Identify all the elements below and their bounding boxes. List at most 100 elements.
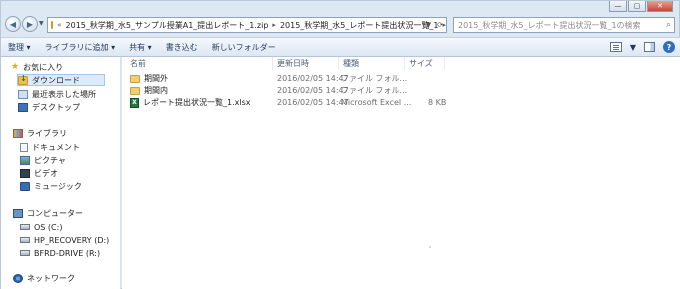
folder-icon — [51, 21, 54, 29]
artifact-dot — [429, 246, 431, 248]
documents-icon — [20, 142, 28, 152]
address-controls: ▼ ⟳ — [426, 18, 443, 32]
nav-videos[interactable]: ビデオ — [20, 167, 58, 179]
nav-computer[interactable]: コンピューター — [13, 207, 83, 219]
search-placeholder: 2015_秋学期_水5_レポート提出状況一覧_1の検索 — [458, 20, 641, 30]
address-row: ◀ ▶ ▼ « 2015_秋学期_水5_サンプル授業A1_提出レポート_1.zi… — [1, 14, 680, 36]
network-icon — [13, 273, 23, 283]
organize-label: 整理 ▾ — [8, 42, 31, 52]
caption-buttons: — ▢ ✕ — [609, 1, 673, 13]
library-icon — [13, 128, 23, 138]
file-type: ファイル フォル... — [341, 86, 408, 95]
column-header-name[interactable]: 名前 — [126, 57, 273, 70]
breadcrumb-current-folder[interactable]: 2015_秋学期_水5_レポート提出状況一覧_1 — [280, 20, 439, 31]
drive-icon — [20, 237, 30, 243]
burn-button[interactable]: 書き込む — [159, 42, 205, 53]
nav-desktop[interactable]: デスクトップ — [18, 101, 80, 113]
excel-file-icon: X — [130, 97, 139, 108]
drive-icon — [20, 224, 30, 230]
videos-icon — [20, 168, 30, 178]
view-controls: ▼ ? — [609, 41, 675, 53]
file-modified: 2016/02/05 14:47 — [277, 86, 349, 95]
nav-drive-d[interactable]: HP_RECOVERY (D:) — [20, 234, 109, 246]
address-bar[interactable]: « 2015_秋学期_水5_サンプル授業A1_提出レポート_1.zip ▸ 20… — [47, 17, 447, 33]
column-size-label: サイズ — [409, 59, 433, 68]
crumb-overflow[interactable]: « — [57, 21, 61, 29]
nav-drive-c[interactable]: OS (C:) — [20, 221, 62, 233]
navigation-pane: ★ お気に入り ダウンロード 最近表示した場所 デスクトップ ライブラリ ドキュ… — [1, 57, 121, 289]
nav-drive-r[interactable]: BFRD-DRIVE (R:) — [20, 247, 100, 259]
nav-videos-label: ビデオ — [34, 168, 58, 178]
nav-music[interactable]: ミュージック — [20, 180, 82, 192]
file-row[interactable]: 期間外 2016/02/05 14:47 ファイル フォル... — [122, 73, 562, 84]
nav-downloads-label: ダウンロード — [32, 75, 80, 85]
nav-pictures[interactable]: ピクチャ — [20, 154, 66, 166]
burn-label: 書き込む — [165, 42, 198, 52]
computer-icon — [13, 208, 23, 218]
file-name: 期間内 — [144, 86, 168, 95]
nav-recent-places[interactable]: 最近表示した場所 — [18, 88, 96, 100]
forward-icon: ▶ — [26, 19, 34, 29]
back-icon: ◀ — [9, 19, 17, 29]
share-button[interactable]: 共有 ▾ — [122, 42, 159, 53]
breadcrumb-separator[interactable]: ▸ — [272, 21, 276, 29]
nav-desktop-label: デスクトップ — [32, 102, 80, 112]
file-name-cell: 期間外 — [130, 73, 168, 84]
folder-icon — [130, 74, 140, 83]
folder-icon — [130, 86, 140, 95]
file-name: レポート提出状況一覧_1.xlsx — [143, 98, 251, 107]
nav-downloads[interactable]: ダウンロード — [17, 74, 105, 86]
file-row[interactable]: 期間内 2016/02/05 14:47 ファイル フォル... — [122, 85, 562, 96]
change-view-icon[interactable] — [609, 42, 622, 52]
search-input[interactable]: 2015_秋学期_水5_レポート提出状況一覧_1の検索 ⌕ — [453, 17, 675, 33]
drive-icon — [20, 250, 30, 256]
column-type-label: 種類 — [343, 59, 359, 68]
nav-drive-r-label: BFRD-DRIVE (R:) — [34, 248, 101, 258]
refresh-icon[interactable]: ⟳ — [437, 21, 443, 29]
nav-libraries[interactable]: ライブラリ — [13, 127, 67, 139]
minimize-button[interactable]: — — [609, 1, 627, 12]
search-icon[interactable]: ⌕ — [666, 20, 671, 30]
back-button[interactable]: ◀ — [5, 16, 21, 32]
nav-network-label: ネットワーク — [27, 273, 75, 283]
help-icon[interactable]: ? — [663, 41, 675, 53]
file-name-cell: 期間内 — [130, 85, 168, 96]
address-dropdown-icon[interactable]: ▼ — [426, 21, 431, 29]
nav-pictures-label: ピクチャ — [34, 155, 66, 165]
star-icon: ★ — [11, 61, 20, 72]
nav-favorites-label: お気に入り — [23, 62, 64, 72]
file-name-cell: X レポート提出状況一覧_1.xlsx — [130, 97, 251, 108]
organize-button[interactable]: 整理 ▾ — [1, 42, 38, 53]
nav-favorites[interactable]: ★ お気に入り — [11, 61, 63, 73]
nav-drive-d-label: HP_RECOVERY (D:) — [34, 235, 110, 245]
add-to-library-label: ライブラリに追加 ▾ — [44, 42, 116, 52]
file-type: ファイル フォル... — [341, 74, 408, 83]
desktop-icon — [18, 102, 28, 112]
nav-documents[interactable]: ドキュメント — [20, 141, 80, 153]
view-dropdown-icon[interactable]: ▼ — [630, 43, 636, 52]
breadcrumb-zip[interactable]: 2015_秋学期_水5_サンプル授業A1_提出レポート_1.zip — [66, 20, 269, 31]
file-list: 名前 更新日時 種類 サイズ 期間外 2016/02/05 14:47 ファイル… — [122, 57, 680, 289]
close-button[interactable]: ✕ — [647, 1, 673, 12]
downloads-folder-icon — [18, 74, 28, 85]
preview-pane-icon[interactable] — [644, 42, 655, 52]
maximize-button[interactable]: ▢ — [628, 1, 646, 12]
nav-drive-c-label: OS (C:) — [34, 222, 63, 232]
nav-recent-label: 最近表示した場所 — [32, 89, 96, 99]
column-modified-label: 更新日時 — [277, 59, 309, 68]
column-header-size[interactable]: サイズ — [405, 57, 445, 70]
add-to-library-button[interactable]: ライブラリに追加 ▾ — [38, 42, 123, 53]
forward-button[interactable]: ▶ — [22, 16, 38, 32]
column-name-label: 名前 — [130, 59, 146, 68]
nav-network[interactable]: ネットワーク — [13, 272, 75, 284]
nav-libraries-label: ライブラリ — [27, 128, 67, 138]
column-header-modified[interactable]: 更新日時 — [273, 57, 339, 70]
file-name: 期間外 — [144, 74, 168, 83]
file-row[interactable]: X レポート提出状況一覧_1.xlsx 2016/02/05 14:47 Mic… — [122, 97, 562, 108]
breadcrumb-separator[interactable]: ▸ — [442, 21, 446, 29]
history-dropdown-icon[interactable]: ▼ — [39, 20, 44, 27]
new-folder-label: 新しいフォルダー — [211, 42, 276, 52]
column-header-type[interactable]: 種類 — [339, 57, 405, 70]
nav-music-label: ミュージック — [34, 181, 82, 191]
new-folder-button[interactable]: 新しいフォルダー — [205, 42, 283, 53]
